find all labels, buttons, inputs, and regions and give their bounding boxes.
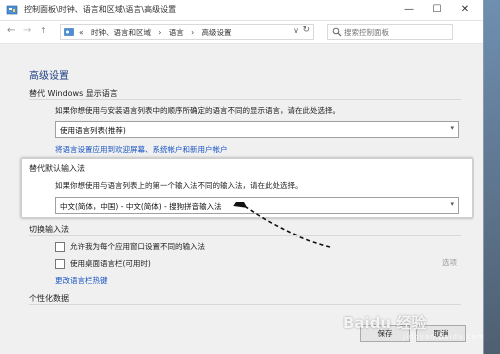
breadcrumb-separator: › [191,28,195,37]
section-divider [29,99,461,100]
up-arrow-icon[interactable]: ↑ [40,26,47,35]
window-title: 控制面板\时钟、语言和区域\语言\高级设置 [24,5,177,14]
forward-arrow-icon[interactable]: → [23,25,31,36]
control-panel-icon [64,28,74,36]
search-input[interactable] [344,25,448,39]
section-title-personal-data: 个性化数据 [29,294,69,303]
breadcrumb-language[interactable]: 语言 [169,28,184,37]
section-divider [29,235,461,236]
close-button[interactable]: ✕ [451,0,479,20]
control-panel-icon [6,5,18,15]
section-description: 如果你想使用与语言列表上的第一个输入法不同的输入法，请在此处选择。 [55,181,303,190]
title-bar: 控制面板\时钟、语言和区域\语言\高级设置 — ☐ ✕ [0,0,483,21]
maximize-button[interactable]: ☐ [423,0,451,20]
select-value: 中文(简体，中国) - 中文(简体) - 搜狗拼音输入法 [60,202,222,211]
change-hotkeys-link[interactable]: 更改语言栏热键 [55,275,108,286]
search-icon [332,27,342,37]
chevron-down-icon: ▾ [450,200,454,208]
breadcrumb-overflow[interactable]: « [79,28,84,37]
refresh-icon[interactable]: ↻ [302,25,310,35]
checkbox-label: 使用桌面语言栏(可用时) [70,259,151,268]
address-bar[interactable]: « 时钟、语言和区域 › 语言 › 高级设置 ∨ ↻ [60,24,314,40]
select-value: 使用语言列表(推荐) [60,126,126,135]
control-panel-window: 控制面板\时钟、语言和区域\语言\高级设置 — ☐ ✕ ← → ↑ « 时钟、语… [0,0,484,354]
checkbox[interactable] [55,242,65,252]
section-title-display-language: 替代 Windows 显示语言 [29,89,118,98]
search-box[interactable] [327,24,453,40]
page-title: 高级设置 [29,71,69,82]
scrollbar[interactable] [474,44,483,354]
checkbox-label: 允许我为每个应用窗口设置不同的输入法 [70,242,205,251]
breadcrumb-clock-language-region[interactable]: 时钟、语言和区域 [91,28,151,37]
chevron-down-icon[interactable]: ∨ [293,26,299,35]
options-link[interactable]: 选项 [442,257,457,268]
per-app-input-checkbox-row[interactable]: 允许我为每个应用窗口设置不同的输入法 [55,241,205,252]
chevron-down-icon: ▾ [450,124,454,132]
breadcrumb: « 时钟、语言和区域 › 语言 › 高级设置 [79,27,237,38]
annotation-arrow-icon [233,202,331,248]
section-description: 如果你想使用与安装语言列表中的顺序所确定的语言不同的显示语言，请在此处选择。 [55,106,340,115]
checkbox[interactable] [55,259,65,269]
display-language-select[interactable]: 使用语言列表(推荐) ▾ [55,121,459,138]
breadcrumb-advanced-settings[interactable]: 高级设置 [202,28,232,37]
navigation-bar: ← → ↑ « 时钟、语言和区域 › 语言 › 高级设置 ∨ ↻ [0,21,483,44]
apply-language-settings-link[interactable]: 将语言设置应用到欢迎屏幕、系统帐户和新用户帐户 [55,144,228,155]
desktop-background [484,0,500,354]
back-arrow-icon[interactable]: ← [7,25,15,36]
watermark-url: jingyan.baidu.com [403,333,485,341]
section-title-switch-input: 切换输入法 [29,225,69,234]
minimize-button[interactable]: — [395,0,423,20]
breadcrumb-separator: › [158,28,162,37]
section-title-default-input: 替代默认输入法 [29,164,85,173]
desktop-language-bar-checkbox-row[interactable]: 使用桌面语言栏(可用时) [55,258,151,269]
section-divider [29,304,461,305]
main-content: 高级设置 替代 Windows 显示语言 如果你想使用与安装语言列表中的顺序所确… [0,44,483,354]
